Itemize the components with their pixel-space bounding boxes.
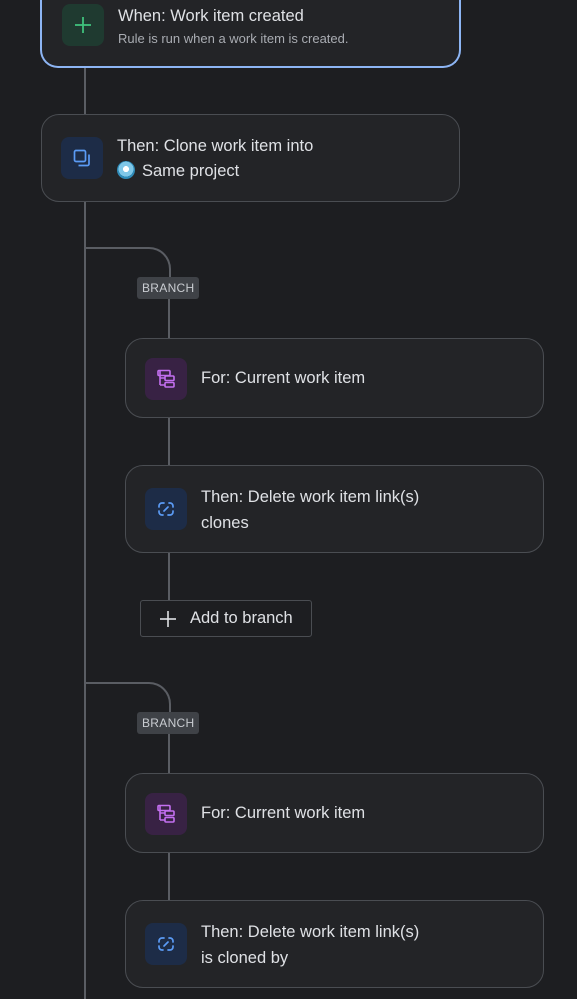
plus-icon xyxy=(75,17,91,33)
branch-2-delete-title: Then: Delete work item link(s) xyxy=(201,923,420,941)
broken-link-icon xyxy=(158,502,174,516)
branch-2-line-a xyxy=(168,734,170,774)
branch-tree-icon xyxy=(157,804,175,823)
branch-1-curve xyxy=(85,247,171,279)
branch-2-delete-icon-box xyxy=(145,923,187,965)
trigger-icon-box xyxy=(62,4,104,46)
branch-tree-icon xyxy=(157,369,175,388)
rule-canvas: When: Work item created Rule is run when… xyxy=(0,0,577,999)
branch-1-delete-title: Then: Delete work item link(s) xyxy=(201,488,420,506)
trigger-title: When: Work item created xyxy=(118,7,304,25)
branch-2-for-label: For: Current work item xyxy=(201,804,366,822)
branch-1-line-a xyxy=(168,299,170,339)
branch-1-line-b xyxy=(168,418,170,466)
clone-icon xyxy=(73,149,90,167)
clone-project-label: Same project xyxy=(142,162,240,180)
main-trunk-line xyxy=(84,201,86,999)
add-to-branch-button[interactable]: Add to branch xyxy=(140,600,312,637)
branch-2-curve xyxy=(85,682,171,714)
branch-1-for-icon-box xyxy=(145,358,187,400)
branch-2-line-b xyxy=(168,853,170,901)
trigger-card[interactable]: When: Work item created Rule is run when… xyxy=(40,0,461,68)
clone-icon-box xyxy=(61,137,103,179)
branch-2-for-card[interactable]: For: Current work item xyxy=(125,773,544,853)
branch-1-for-card[interactable]: For: Current work item xyxy=(125,338,544,418)
branch-1-for-label: For: Current work item xyxy=(201,369,366,387)
branch-2-delete-card[interactable]: Then: Delete work item link(s) is cloned… xyxy=(125,900,544,988)
branch-1-delete-card[interactable]: Then: Delete work item link(s) clones xyxy=(125,465,544,553)
branch-1-badge: BRANCH xyxy=(137,277,200,299)
branch-2-badge: BRANCH xyxy=(137,712,200,734)
add-to-branch-label: Add to branch xyxy=(190,609,293,627)
branch-2-delete-detail: is cloned by xyxy=(201,949,289,967)
trigger-subtitle: Rule is run when a work item is created. xyxy=(118,31,349,46)
clone-project: Same project xyxy=(117,161,239,181)
clone-action-title: Then: Clone work item into xyxy=(117,137,314,155)
branch-1-delete-detail: clones xyxy=(201,514,249,532)
branch-1-line-c xyxy=(168,553,170,600)
clone-action-card[interactable]: Then: Clone work item into Same project xyxy=(41,114,460,202)
plus-icon xyxy=(160,610,176,627)
main-connector-line xyxy=(84,66,86,114)
branch-2-for-icon-box xyxy=(145,793,187,835)
branch-1-delete-icon-box xyxy=(145,488,187,530)
broken-link-icon xyxy=(158,937,174,951)
project-avatar xyxy=(117,161,135,179)
